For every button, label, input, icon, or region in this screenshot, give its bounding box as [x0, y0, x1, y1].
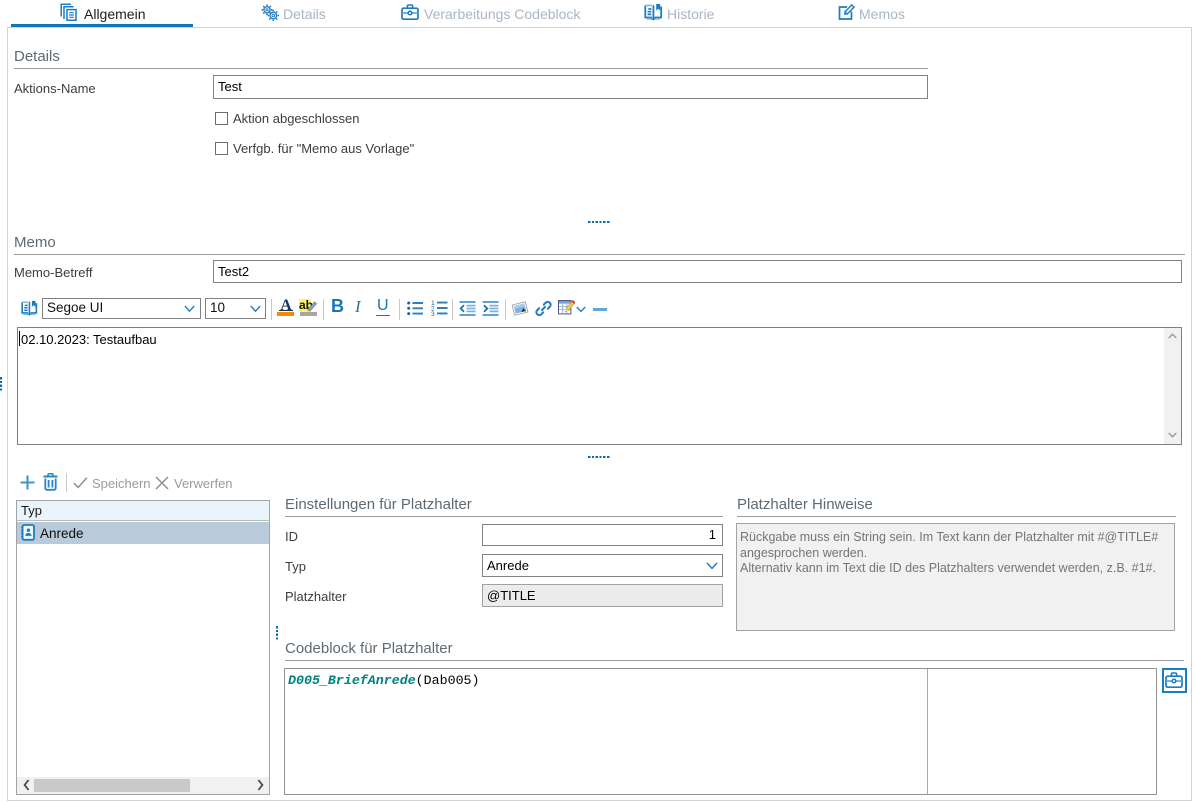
- svg-text:3: 3: [431, 311, 435, 316]
